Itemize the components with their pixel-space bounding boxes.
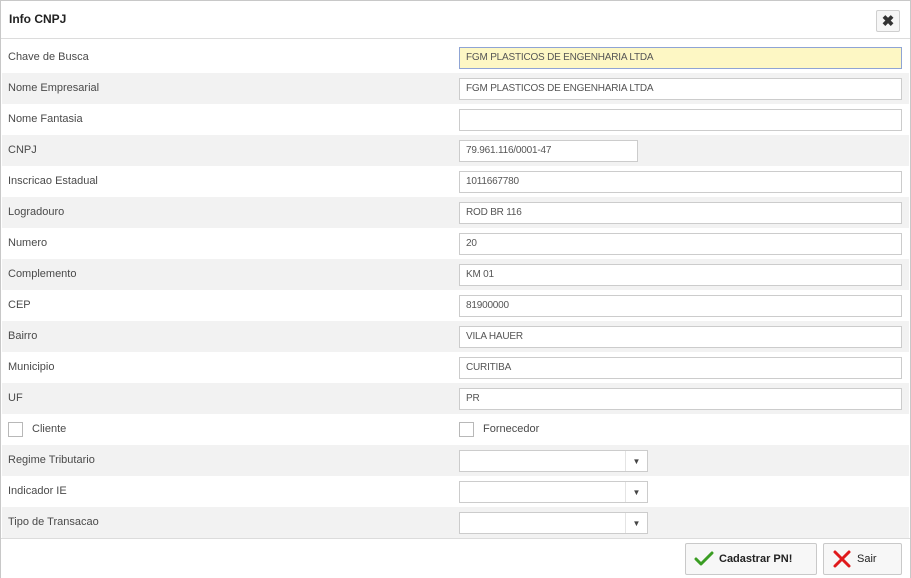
- numero-input[interactable]: 20: [459, 233, 902, 255]
- row-uf: UF PR: [2, 383, 909, 414]
- cnpj-input[interactable]: 79.961.116/0001-47: [459, 140, 638, 162]
- row-municipio: Municipio CURITIBA: [2, 352, 909, 383]
- bairro-input[interactable]: VILA HAUER: [459, 326, 902, 348]
- label-uf: UF: [8, 392, 23, 404]
- regime-tributario-select[interactable]: ▼: [459, 450, 648, 472]
- nome-fantasia-input[interactable]: [459, 109, 902, 131]
- complemento-input[interactable]: KM 01: [459, 264, 902, 286]
- close-button[interactable]: ✖: [876, 10, 900, 32]
- tipo-de-transacao-select[interactable]: ▼: [459, 512, 648, 534]
- cliente-label: Cliente: [32, 423, 67, 435]
- label-complemento: Complemento: [8, 268, 77, 280]
- label-cep: CEP: [8, 299, 31, 311]
- label-tipo-de-transacao: Tipo de Transacao: [8, 516, 99, 528]
- cadastrar-pn-label: Cadastrar PN!: [719, 553, 793, 565]
- label-inscricao-estadual: Inscricao Estadual: [8, 175, 98, 187]
- sair-button[interactable]: Sair: [823, 543, 902, 575]
- row-nome-empresarial: Nome Empresarial FGM PLASTICOS DE ENGENH…: [2, 73, 909, 104]
- row-cep: CEP 81900000: [2, 290, 909, 321]
- cadastrar-pn-button[interactable]: Cadastrar PN!: [685, 543, 817, 575]
- indicador-ie-select[interactable]: ▼: [459, 481, 648, 503]
- label-nome-fantasia: Nome Fantasia: [8, 113, 83, 125]
- dialog-titlebar: Info CNPJ ✖: [1, 1, 910, 39]
- row-tipo-de-transacao: Tipo de Transacao ▼: [2, 507, 909, 538]
- uf-input[interactable]: PR: [459, 388, 902, 410]
- label-indicador-ie: Indicador IE: [8, 485, 67, 497]
- close-icon: ✖: [881, 13, 895, 30]
- row-cnpj: CNPJ 79.961.116/0001-47: [2, 135, 909, 166]
- label-logradouro: Logradouro: [8, 206, 65, 218]
- chave-de-busca-input[interactable]: FGM PLASTICOS DE ENGENHARIA LTDA: [459, 47, 902, 69]
- row-bairro: Bairro VILA HAUER: [2, 321, 909, 352]
- row-regime-tributario: Regime Tributario ▼: [2, 445, 909, 476]
- label-municipio: Municipio: [8, 361, 55, 373]
- dialog-title: Info CNPJ: [9, 12, 67, 26]
- row-inscricao-estadual: Inscricao Estadual 1011667780: [2, 166, 909, 197]
- row-logradouro: Logradouro ROD BR 116: [2, 197, 909, 228]
- cliente-checkbox[interactable]: [8, 422, 23, 437]
- dialog-footer: Cadastrar PN! Sair: [1, 538, 910, 578]
- row-chave-de-busca: Chave de Busca FGM PLASTICOS DE ENGENHAR…: [2, 42, 909, 73]
- fornecedor-label: Fornecedor: [483, 423, 540, 435]
- nome-empresarial-input[interactable]: FGM PLASTICOS DE ENGENHARIA LTDA: [459, 78, 902, 100]
- info-cnpj-dialog: Info CNPJ ✖ Chave de Busca FGM PLASTICOS…: [0, 0, 911, 578]
- label-chave-de-busca: Chave de Busca: [8, 51, 89, 63]
- row-numero: Numero 20: [2, 228, 909, 259]
- label-numero: Numero: [8, 237, 48, 249]
- cep-input[interactable]: 81900000: [459, 295, 902, 317]
- row-indicador-ie: Indicador IE ▼: [2, 476, 909, 507]
- label-regime-tributario: Regime Tributario: [8, 454, 95, 466]
- logradouro-input[interactable]: ROD BR 116: [459, 202, 902, 224]
- sair-label: Sair: [857, 553, 877, 565]
- label-cnpj: CNPJ: [8, 144, 37, 156]
- cnpj-form: Chave de Busca FGM PLASTICOS DE ENGENHAR…: [2, 42, 909, 538]
- inscricao-estadual-input[interactable]: 1011667780: [459, 171, 902, 193]
- row-complemento: Complemento KM 01: [2, 259, 909, 290]
- chevron-down-icon: ▼: [625, 513, 647, 533]
- label-bairro: Bairro: [8, 330, 38, 342]
- x-mark-icon: [832, 549, 852, 569]
- municipio-input[interactable]: CURITIBA: [459, 357, 902, 379]
- row-nome-fantasia: Nome Fantasia: [2, 104, 909, 135]
- row-checkboxes: Cliente Fornecedor: [2, 414, 909, 445]
- checkmark-icon: [694, 551, 714, 567]
- fornecedor-checkbox[interactable]: [459, 422, 474, 437]
- chevron-down-icon: ▼: [625, 482, 647, 502]
- chevron-down-icon: ▼: [625, 451, 647, 471]
- label-nome-empresarial: Nome Empresarial: [8, 82, 100, 94]
